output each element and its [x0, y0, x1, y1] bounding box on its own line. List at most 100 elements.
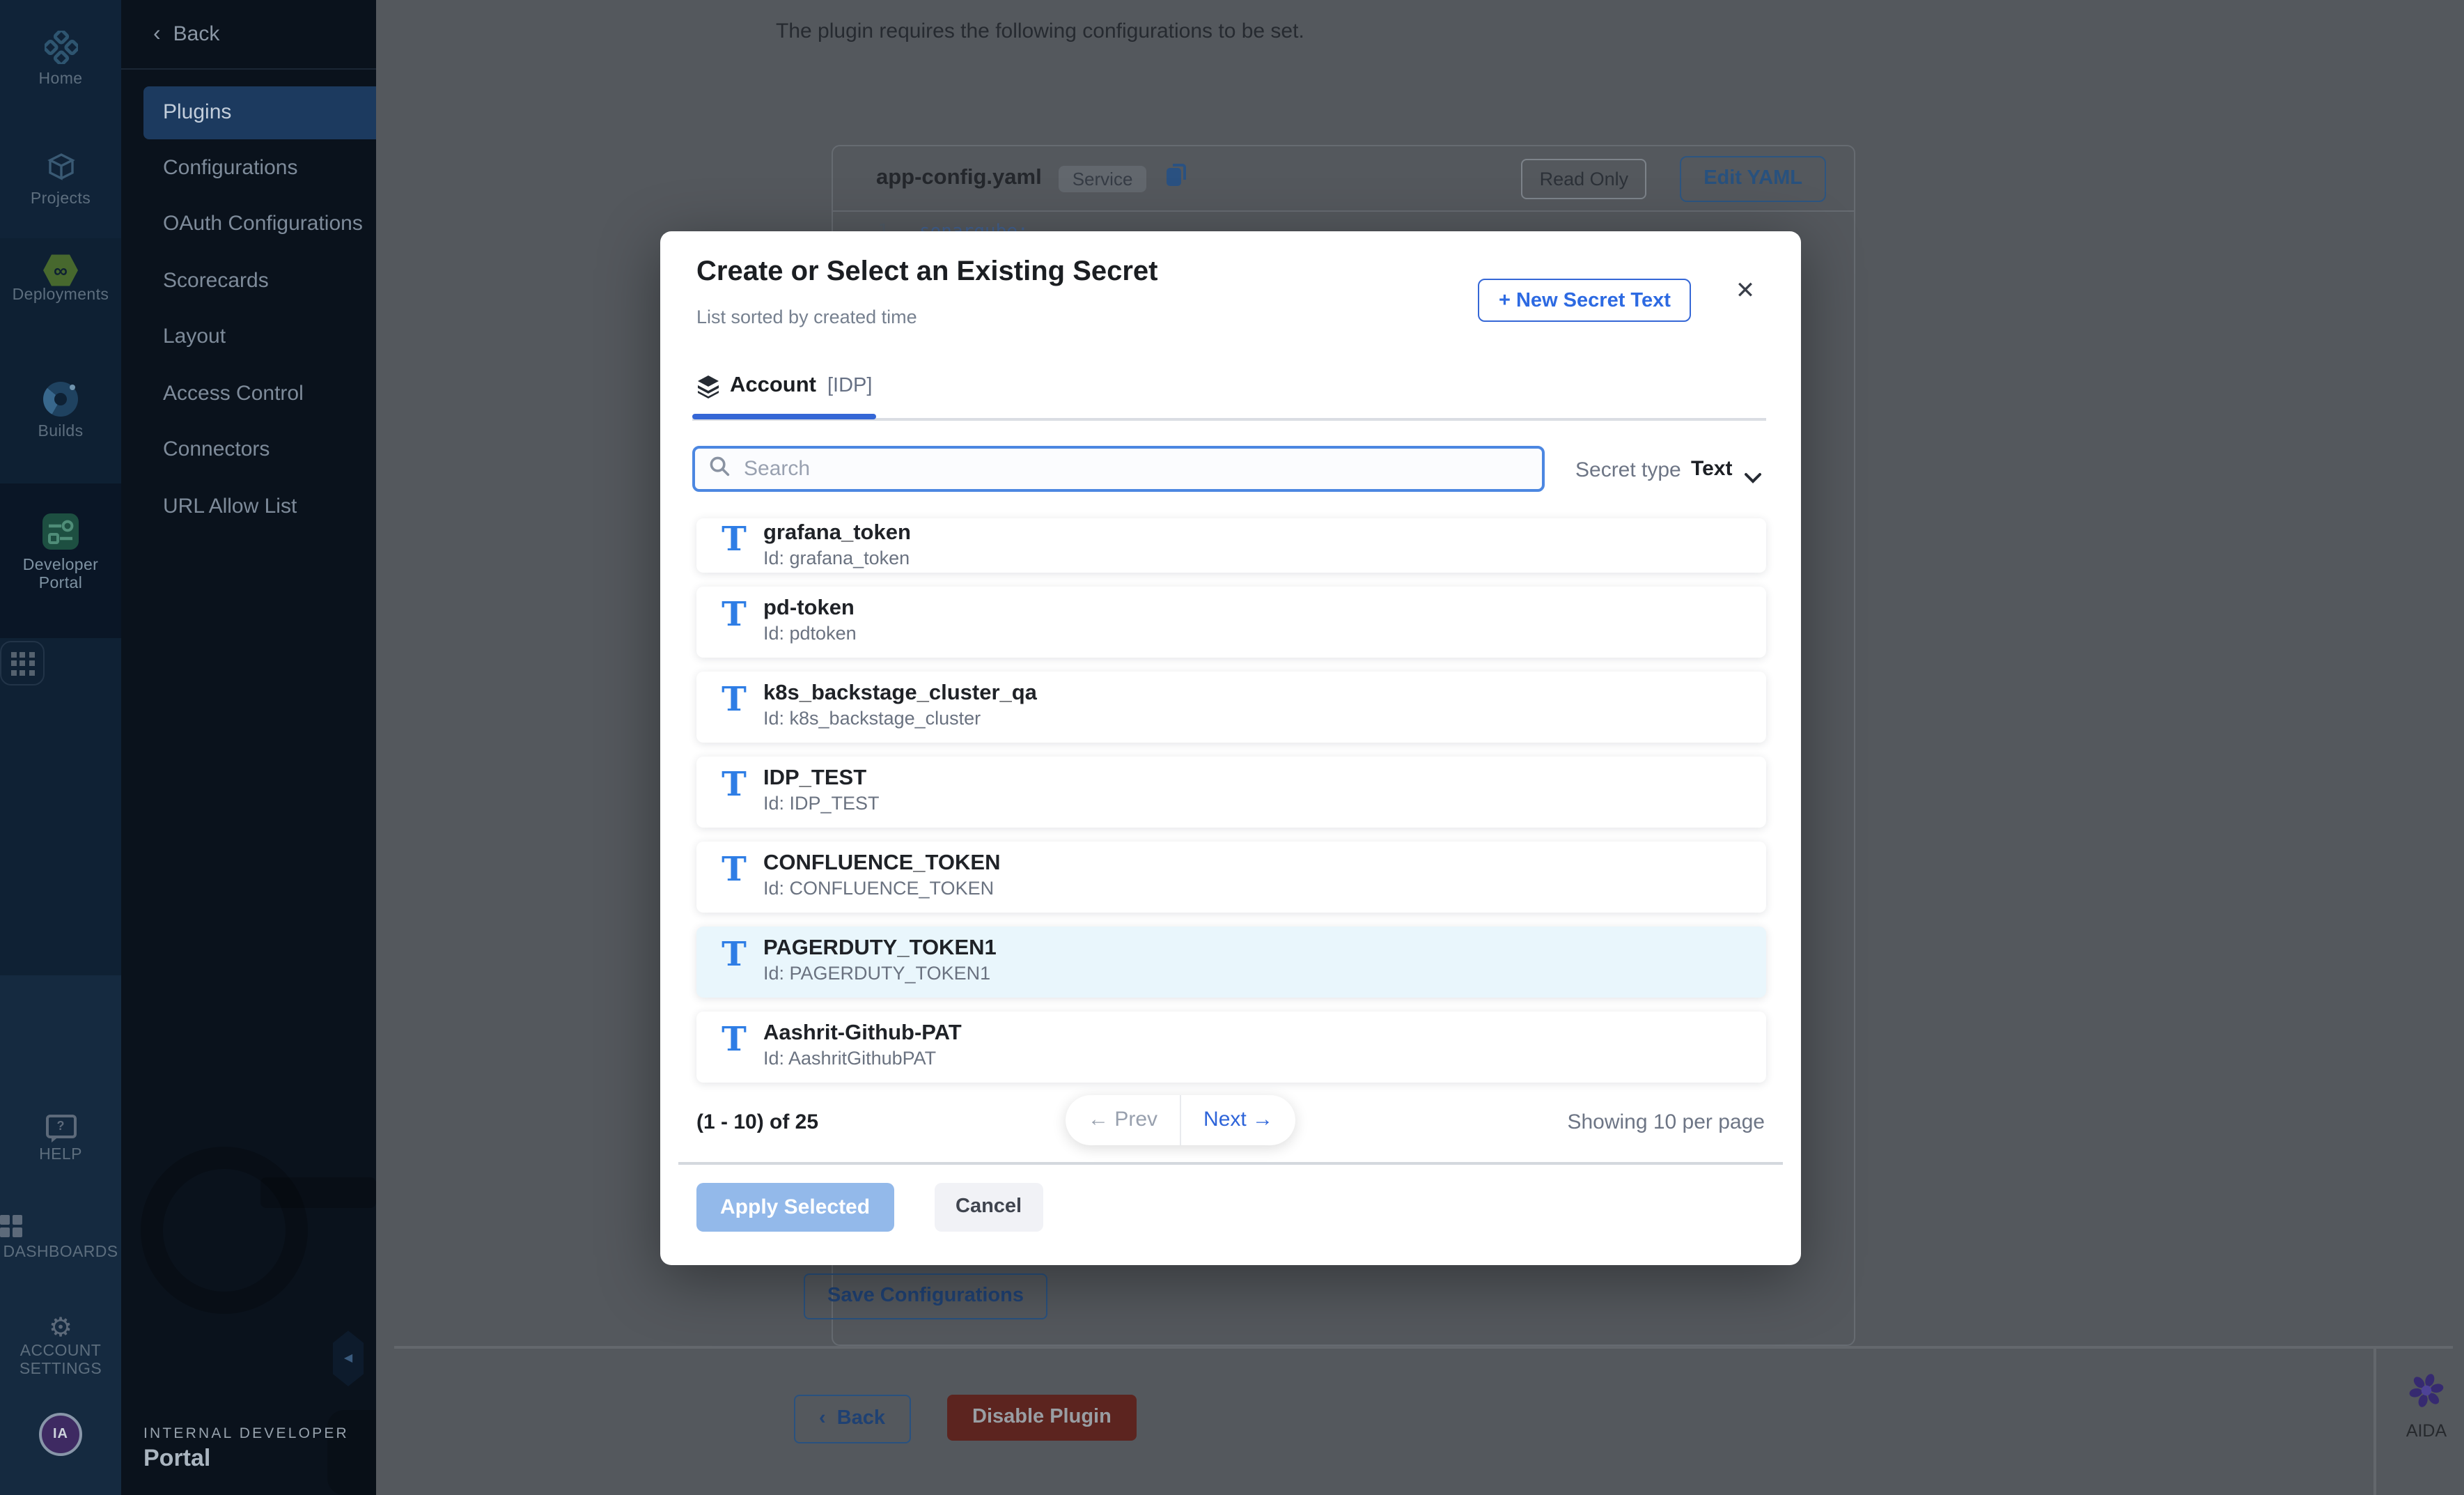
text-secret-icon: T	[719, 936, 749, 973]
watermark-ring	[141, 1147, 308, 1314]
secret-type-label: Secret type	[1575, 458, 1681, 482]
edit-yaml-button[interactable]: Edit YAML	[1680, 155, 1826, 201]
text-secret-icon: T	[719, 766, 749, 803]
new-secret-text-button[interactable]: + New Secret Text	[1478, 279, 1692, 322]
secret-row-grafana_token[interactable]: T grafana_token Id: grafana_token	[696, 518, 1766, 573]
nav-label: Deployments	[0, 287, 121, 305]
modal-subtitle: List sorted by created time	[696, 307, 917, 327]
text-secret-icon: T	[719, 596, 749, 633]
secret-row-PAGERDUTY_TOKEN1[interactable]: T PAGERDUTY_TOKEN1 Id: PAGERDUTY_TOKEN1	[696, 927, 1766, 998]
secret-name: PAGERDUTY_TOKEN1	[763, 936, 997, 961]
sidebar-item-configurations[interactable]: Configurations	[121, 142, 376, 195]
sidebar-item-connectors[interactable]: Connectors	[121, 424, 376, 477]
sidebar-item-scorecards[interactable]: Scorecards	[121, 255, 376, 308]
nav-label: DASHBOARDS	[0, 1244, 121, 1262]
aida-widget[interactable]: AIDA	[2385, 1372, 2464, 1441]
file-name: app-config.yaml	[876, 166, 1042, 191]
sidebar-item-plugins[interactable]: Plugins	[143, 86, 376, 139]
sidebar-item-oauth-configurations[interactable]: OAuth Configurations	[121, 198, 376, 251]
grid-icon	[0, 641, 45, 685]
secret-name: grafana_token	[763, 521, 911, 546]
nav-item-dashboards[interactable]: DASHBOARDS	[0, 1215, 121, 1262]
aida-label: AIDA	[2385, 1421, 2464, 1441]
sidebar-back-button[interactable]: ‹Back	[153, 22, 219, 47]
yaml-card-header: app-config.yaml Service Read Only Edit Y…	[833, 146, 1854, 212]
plugin-sidebar: ‹Back Plugins Configurations OAuth Confi…	[121, 0, 376, 1495]
secret-id: Id: k8s_backstage_cluster	[763, 708, 981, 729]
screen: Home Projects ∞ Deployments Builds	[0, 0, 2464, 1495]
search-box	[692, 446, 1545, 492]
intro-text: The plugin requires the following config…	[776, 20, 1304, 43]
triangle-left-icon: ◀	[344, 1351, 352, 1364]
secret-name: k8s_backstage_cluster_qa	[763, 681, 1037, 706]
back-button-label: Back	[837, 1407, 885, 1430]
secret-row-Aashrit-Github-PAT[interactable]: T Aashrit-Github-PAT Id: AashritGithubPA…	[696, 1012, 1766, 1083]
arrow-right-icon: →	[1247, 1108, 1273, 1131]
cancel-button[interactable]: Cancel	[935, 1183, 1043, 1232]
secret-name: pd-token	[763, 596, 855, 621]
next-button[interactable]: Next →	[1180, 1095, 1295, 1145]
avatar[interactable]: IA	[39, 1413, 82, 1456]
nav-item-help[interactable]: ? HELP	[0, 1112, 121, 1165]
nav-label: Projects	[0, 191, 121, 209]
save-configurations-button[interactable]: Save Configurations	[804, 1273, 1047, 1319]
secret-type-select[interactable]: Text	[1691, 457, 1732, 481]
read-only-button[interactable]: Read Only	[1522, 158, 1647, 199]
secret-row-CONFLUENCE_TOKEN[interactable]: T CONFLUENCE_TOKEN Id: CONFLUENCE_TOKEN	[696, 842, 1766, 913]
nav-item-deployments[interactable]: ∞ Deployments	[0, 254, 121, 305]
sidebar-item-layout[interactable]: Layout	[121, 311, 376, 364]
deployments-icon: ∞	[42, 254, 79, 287]
tab-scope: [IDP]	[827, 375, 872, 397]
nav-item-developer-portal[interactable]: Developer Portal	[0, 513, 121, 594]
nav-item-account-settings[interactable]: ⚙ ACCOUNT SETTINGS	[0, 1315, 121, 1379]
text-secret-icon: T	[719, 851, 749, 888]
chevron-down-icon[interactable]	[1744, 465, 1762, 490]
sidebar-collapse-button[interactable]: ◀	[333, 1331, 364, 1386]
apply-selected-button[interactable]: Apply Selected	[696, 1183, 894, 1232]
nav-label: Home	[0, 71, 121, 89]
search-input[interactable]	[741, 456, 1528, 482]
secret-id: Id: PAGERDUTY_TOKEN1	[763, 963, 990, 984]
portal-title: Portal	[143, 1445, 210, 1473]
secret-row-k8s_backstage_cluster_qa[interactable]: T k8s_backstage_cluster_qa Id: k8s_backs…	[696, 672, 1766, 743]
prev-label: Prev	[1114, 1108, 1157, 1131]
secret-id: Id: AashritGithubPAT	[763, 1048, 936, 1069]
secret-id: Id: pdtoken	[763, 623, 857, 644]
portal-eyebrow: INTERNAL DEVELOPER	[143, 1425, 349, 1442]
gear-icon: ⚙	[49, 1315, 72, 1343]
module-nav: Home Projects ∞ Deployments Builds	[0, 0, 121, 1495]
secret-id: Id: grafana_token	[763, 548, 910, 568]
chevron-left-icon: ‹	[819, 1407, 826, 1430]
watermark-band	[260, 1177, 376, 1208]
active-tab-underline	[692, 414, 876, 419]
sidebar-item-access-control[interactable]: Access Control	[121, 368, 376, 421]
pagination-range: (1 - 10) of 25	[696, 1110, 818, 1134]
module-picker[interactable]	[0, 641, 121, 685]
prev-button[interactable]: ← Prev	[1066, 1095, 1180, 1145]
nav-item-projects[interactable]: Projects	[0, 150, 121, 209]
close-icon[interactable]: ✕	[1729, 274, 1762, 308]
back-button[interactable]: ‹ Back	[794, 1395, 910, 1443]
nav-item-home[interactable]: Home	[0, 31, 121, 89]
nav-item-builds[interactable]: Builds	[0, 382, 121, 442]
help-icon: ?	[45, 1115, 76, 1138]
chevron-left-icon: ‹	[153, 22, 161, 46]
text-secret-icon: T	[719, 1021, 749, 1058]
text-secret-icon: T	[719, 681, 749, 718]
secret-name: Aashrit-Github-PAT	[763, 1021, 962, 1046]
next-label: Next	[1203, 1108, 1247, 1131]
nav-label: SETTINGS	[0, 1361, 121, 1379]
sidebar-item-url-allow-list[interactable]: URL Allow List	[121, 481, 376, 534]
nav-label: HELP	[0, 1147, 121, 1165]
divider	[121, 68, 376, 70]
service-badge: Service	[1059, 165, 1147, 192]
secret-row-pd-token[interactable]: T pd-token Id: pdtoken	[696, 587, 1766, 658]
secret-name: CONFLUENCE_TOKEN	[763, 851, 1000, 876]
copy-icon[interactable]	[1166, 163, 1187, 194]
nav-label: Builds	[0, 424, 121, 442]
user-menu[interactable]: IA	[0, 1413, 121, 1456]
nav-label: Portal	[0, 575, 121, 594]
tab-account[interactable]: Account	[730, 373, 816, 398]
secret-row-IDP_TEST[interactable]: T IDP_TEST Id: IDP_TEST	[696, 757, 1766, 828]
disable-plugin-button[interactable]: Disable Plugin	[947, 1395, 1137, 1441]
